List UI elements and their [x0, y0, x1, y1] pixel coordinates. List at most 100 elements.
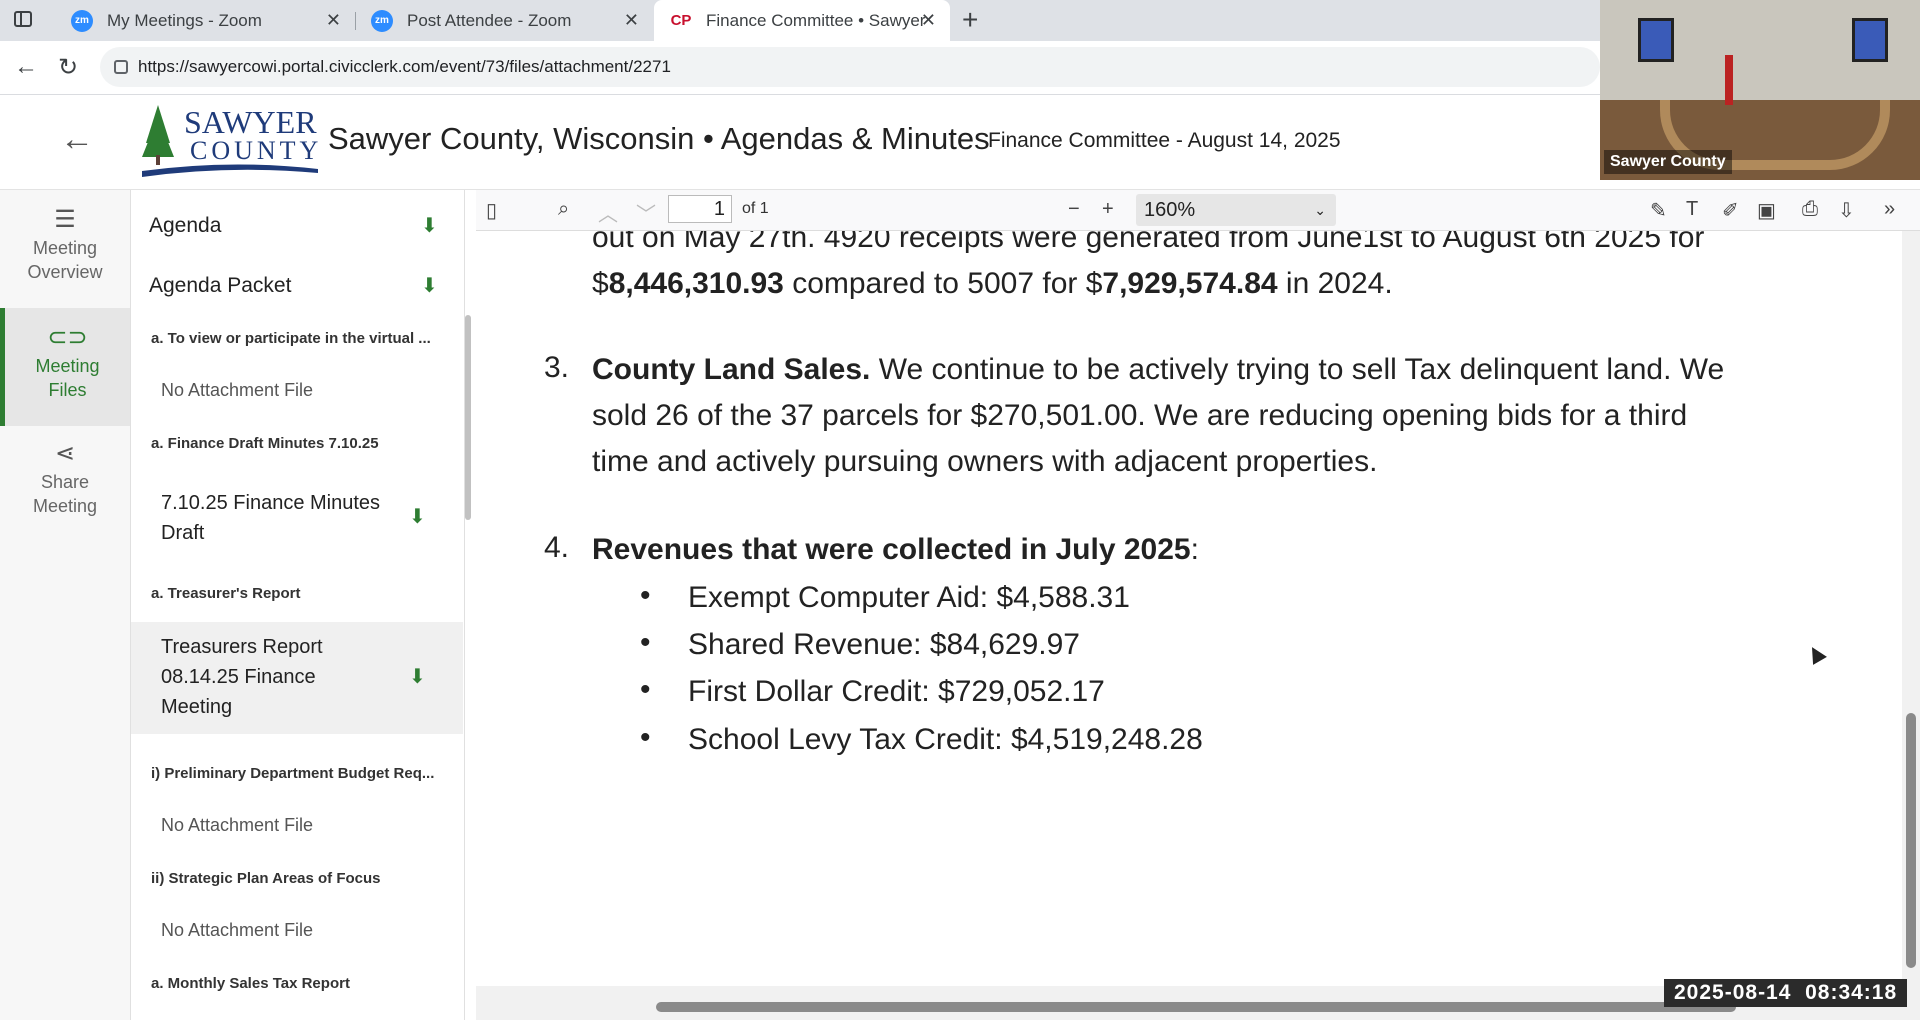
sidebar-toggle-icon[interactable]: ▯ — [486, 198, 497, 223]
pdf-line: County Land Sales. We continue to be act… — [592, 347, 1724, 393]
text-tool-icon[interactable]: T — [1686, 198, 1698, 221]
bullet-dot: • — [640, 721, 651, 754]
meeting-title: Finance Committee - August 14, 2025 — [988, 129, 1341, 152]
search-icon[interactable]: ⌕ — [558, 198, 569, 221]
file-name-line: Treasurers Report — [161, 636, 323, 658]
nav-share-meeting[interactable]: ⋖ Share Meeting — [0, 442, 130, 524]
tab-title: My Meetings - Zoom — [107, 10, 262, 30]
tab-list-icon[interactable] — [14, 11, 32, 27]
list-number: 4. — [544, 531, 570, 564]
file-name-line: Draft — [161, 522, 205, 544]
bullet-dot: • — [640, 626, 651, 659]
left-nav: ☰ Meeting Overview ⊂⊃ Meeting Files ⋖ Sh… — [0, 190, 131, 1020]
site-info-icon[interactable] — [114, 60, 128, 74]
tab-title: Finance Committee • Sawyer Cou — [706, 10, 931, 30]
download-icon[interactable] — [421, 266, 438, 306]
agenda-label: Agenda — [149, 214, 222, 237]
close-tab-icon[interactable]: ✕ — [921, 10, 936, 31]
close-tab-icon[interactable]: ✕ — [624, 10, 639, 31]
pdf-text: : — [1190, 533, 1199, 566]
bullet-dot: • — [640, 579, 651, 612]
list-number: 3. — [544, 351, 570, 384]
no-attachment-text: No Attachment File — [161, 815, 314, 835]
highlight-icon[interactable]: ✎ — [1650, 198, 1667, 223]
video-participant-label: Sawyer County — [1604, 150, 1732, 174]
bullet-text: Shared Revenue: $84,629.97 — [688, 628, 1080, 661]
bullet-text: First Dollar Credit: $729,052.17 — [688, 675, 1105, 708]
nav-label: Overview — [27, 262, 103, 282]
sawyer-county-logo[interactable]: SAWYER COUNTY — [140, 99, 320, 181]
pdf-toolbar: ▯ ⌕ ︿ ﹀ 1 of 1 − + 160% ⌄ ✎ T ✐ ▣ ⎙ ⇩ » — [476, 190, 1920, 231]
previous-page-icon[interactable]: ︿ — [598, 198, 618, 227]
pdf-line: $8,446,310.93 compared to 5007 for $7,92… — [592, 261, 1393, 307]
page-count: of 1 — [742, 200, 769, 217]
file-name-line: Meeting — [161, 696, 233, 718]
file-item[interactable]: 7.10.25 Finance Minutes Draft — [131, 488, 421, 548]
section-heading: i) Preliminary Department Budget Req... — [151, 765, 435, 782]
tab-post-attendee[interactable]: zm Post Attendee - Zoom ✕ — [355, 0, 653, 41]
bullet-text: School Levy Tax Credit: $4,519,248.28 — [688, 723, 1203, 756]
image-icon[interactable]: ▣ — [1757, 198, 1776, 223]
download-icon[interactable] — [409, 662, 426, 692]
back-icon[interactable]: ← — [14, 53, 38, 81]
section-heading: a. Treasurer's Report — [151, 585, 301, 602]
nav-label: Meeting — [32, 496, 98, 516]
nav-label: Files — [48, 380, 87, 400]
section-heading: a. To view or participate in the virtual… — [151, 330, 431, 347]
agenda-item[interactable]: Agenda — [131, 206, 461, 246]
paperclip-icon: ⊂⊃ — [47, 324, 88, 351]
pdf-page: out on May 27th. 4920 receipts were gene… — [476, 231, 1902, 986]
page-number-input[interactable]: 1 — [668, 195, 732, 223]
print-icon[interactable]: ⎙ — [1802, 198, 1818, 221]
close-tab-icon[interactable]: ✕ — [326, 10, 341, 31]
new-tab-icon[interactable]: + — [962, 4, 978, 36]
download-icon[interactable] — [421, 206, 438, 246]
save-icon[interactable]: ⇩ — [1838, 198, 1855, 223]
file-name-line: 08.14.25 Finance — [161, 666, 316, 688]
nav-label: Meeting — [32, 238, 98, 258]
logo-text-sawyer: SAWYER — [184, 104, 317, 140]
sidebar-scrollbar[interactable] — [465, 315, 471, 520]
zoom-in-icon[interactable]: + — [1102, 198, 1114, 221]
url-field[interactable]: https://sawyercowi.portal.civicclerk.com… — [100, 47, 1600, 87]
reload-icon[interactable]: ↻ — [58, 53, 78, 82]
section-heading: ii) Strategic Plan Areas of Focus — [151, 870, 381, 887]
scrollbar-thumb[interactable] — [656, 1002, 1736, 1012]
zoom-out-icon[interactable]: − — [1068, 198, 1080, 221]
pdf-text: We continue to be actively trying to sel… — [870, 353, 1725, 386]
pdf-vertical-scrollbar[interactable] — [1902, 231, 1920, 986]
more-tools-icon[interactable]: » — [1884, 198, 1895, 221]
draw-icon[interactable]: ✐ — [1722, 198, 1739, 223]
pdf-item-title: County Land Sales. — [592, 353, 871, 386]
tab-my-meetings[interactable]: zm My Meetings - Zoom ✕ — [55, 0, 355, 41]
logo-text-county: COUNTY — [190, 136, 320, 165]
agenda-packet-item[interactable]: Agenda Packet — [131, 266, 461, 306]
url-text: https://sawyercowi.portal.civicclerk.com… — [138, 57, 671, 76]
tab-finance-committee[interactable]: CP Finance Committee • Sawyer Cou ✕ — [654, 0, 950, 41]
pdf-amount: 7,929,574.84 — [1102, 267, 1278, 300]
section-heading: a. Finance Draft Minutes 7.10.25 — [151, 435, 379, 452]
zoom-select[interactable]: 160% ⌄ — [1136, 194, 1336, 226]
file-item-selected[interactable]: Treasurers Report 08.14.25 Finance Meeti… — [131, 622, 463, 734]
zoom-icon: zm — [371, 9, 393, 32]
download-icon[interactable] — [409, 502, 426, 532]
bullet-dot: • — [640, 673, 651, 706]
pdf-line: out on May 27th. 4920 receipts were gene… — [592, 231, 1705, 254]
nav-meeting-overview[interactable]: ☰ Meeting Overview — [0, 208, 130, 290]
next-page-icon[interactable]: ﹀ — [636, 198, 656, 227]
pdf-line: Revenues that were collected in July 202… — [592, 527, 1199, 573]
scrollbar-thumb[interactable] — [1906, 713, 1916, 968]
pdf-text: in 2024. — [1277, 267, 1393, 300]
site-title: Sawyer County, Wisconsin • Agendas & Min… — [328, 121, 990, 156]
chevron-down-icon: ⌄ — [1314, 202, 1326, 218]
section-heading: a. Monthly Sales Tax Report — [151, 975, 350, 992]
back-arrow-icon[interactable]: ← — [60, 120, 94, 159]
meeting-files-list: Agenda Agenda Packet a. To view or parti… — [131, 190, 465, 1020]
nav-meeting-files[interactable]: ⊂⊃ Meeting Files — [0, 308, 130, 426]
tab-title: Post Attendee - Zoom — [407, 10, 572, 30]
nav-label: Share — [40, 472, 90, 492]
recording-timestamp: 2025-08-14 08:34:18 — [1664, 979, 1908, 1007]
no-attachment-text: No Attachment File — [161, 920, 314, 940]
pdf-line: sold 26 of the 37 parcels for $270,501.0… — [592, 399, 1688, 432]
agenda-packet-label: Agenda Packet — [149, 274, 292, 297]
